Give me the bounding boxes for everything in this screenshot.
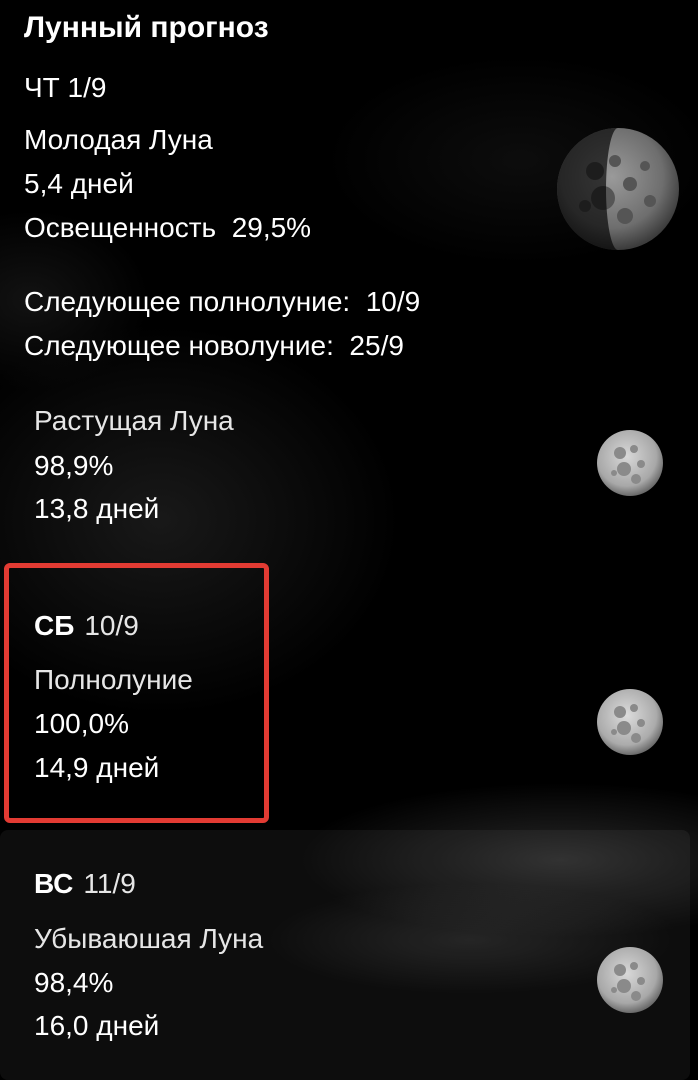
waxing-gibbous-moon-icon: [597, 430, 663, 496]
forecast-date: ВС 11/9: [34, 866, 136, 902]
forecast-phase: Растущая Луна: [34, 405, 234, 436]
illumination-label: Освещенность: [24, 212, 217, 243]
next-full-moon-value: 10/9: [365, 286, 421, 317]
full-moon-icon: [597, 689, 663, 755]
forecast-day: ВС: [34, 868, 74, 899]
selection-highlight: [4, 563, 269, 823]
forecast-moon-age: 13,8 дней: [34, 493, 160, 524]
forecast-illumination: 98,4%: [34, 967, 114, 998]
forecast-illumination: 98,9%: [34, 450, 114, 481]
waxing-crescent-moon-icon: [557, 128, 679, 250]
next-new-moon: Следующее новолуние: 25/9: [24, 328, 404, 364]
forecast-date-value: 11/9: [83, 868, 136, 899]
today-moon-age: 5,4 дней: [24, 168, 134, 199]
next-new-moon-value: 25/9: [349, 330, 404, 361]
forecast-moon-age: 16,0 дней: [34, 1010, 160, 1041]
page-title: Лунный прогноз: [24, 11, 269, 44]
next-full-moon-label: Следующее полнолуние:: [24, 286, 351, 317]
illumination-value: 29,5%: [231, 212, 312, 243]
next-new-moon-label: Следующее новолуние:: [24, 330, 334, 361]
today-illumination: Освещенность 29,5%: [24, 210, 311, 246]
forecast-phase: Убываюшая Луна: [34, 923, 264, 954]
next-full-moon: Следующее полнолуние: 10/9: [24, 284, 420, 320]
today-date: ЧТ 1/9: [24, 72, 107, 103]
waning-gibbous-moon-icon: [597, 947, 663, 1013]
today-phase: Молодая Луна: [24, 124, 213, 155]
